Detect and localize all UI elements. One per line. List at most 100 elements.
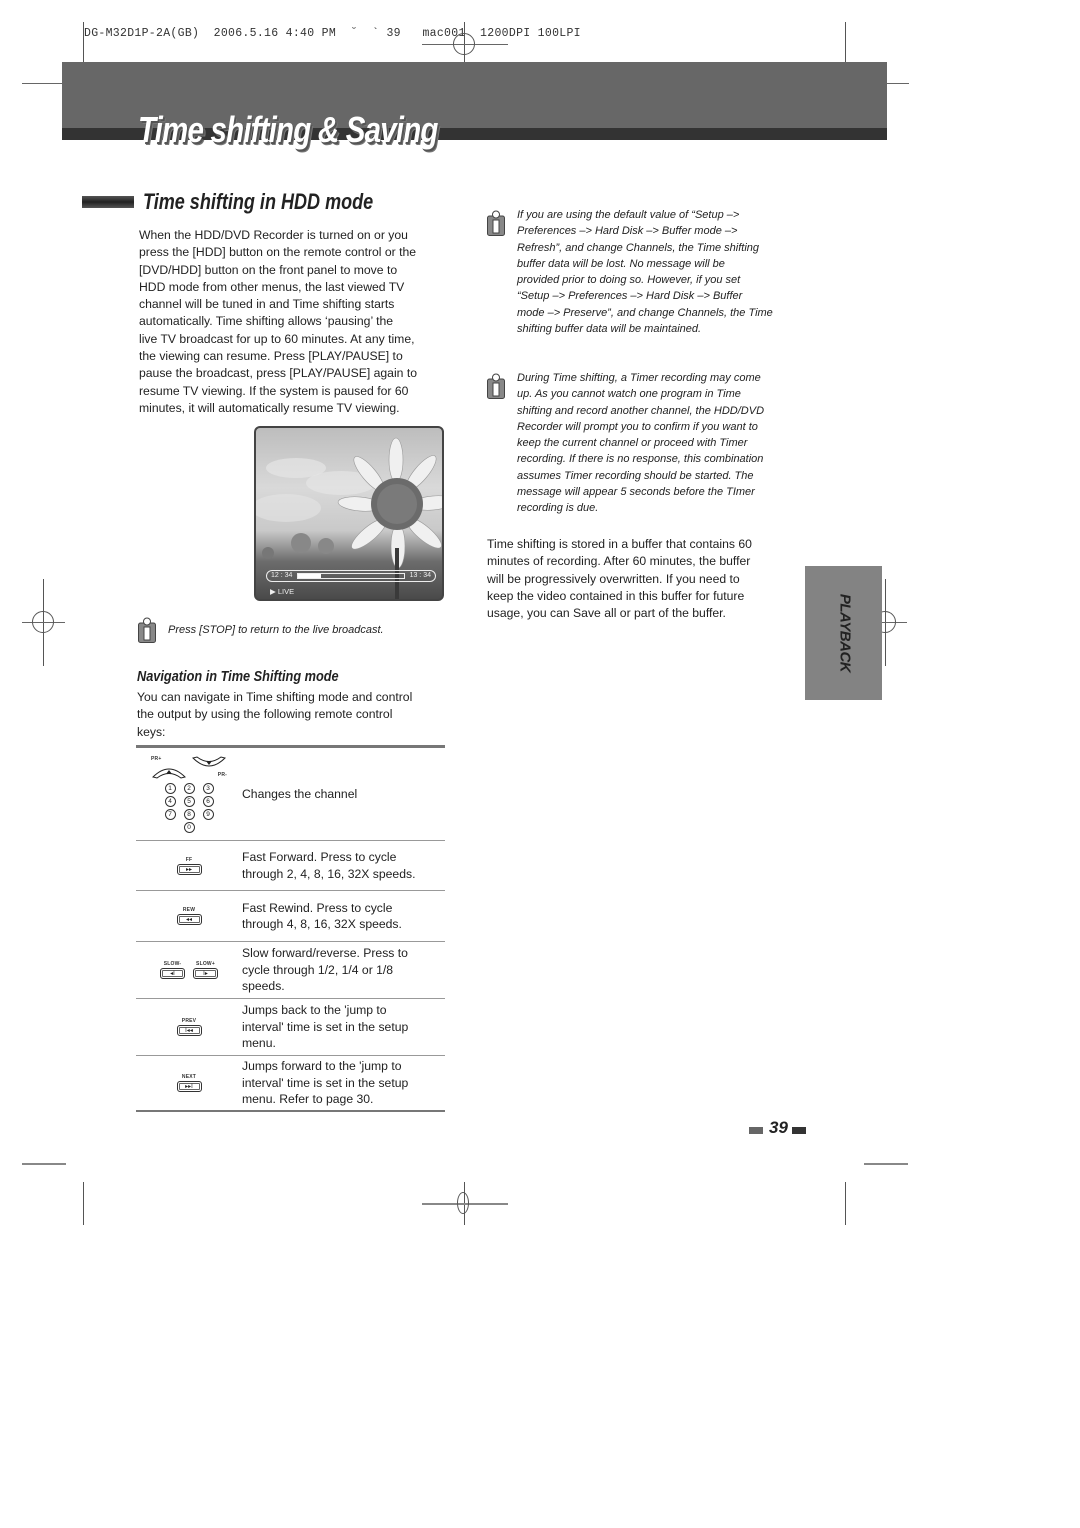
text-line: When the HDD/DVD Recorder is turned on o… <box>139 228 408 242</box>
side-tab-label: PLAYBACK <box>836 593 854 673</box>
text-line: message will appear 5 seconds before the… <box>517 486 755 499</box>
stop-note: Press [STOP] to return to the live broad… <box>168 624 384 636</box>
registration-mark <box>32 611 54 633</box>
crop-mark <box>845 1182 846 1225</box>
button-label: PREV <box>181 1018 197 1024</box>
registration-mark <box>457 1192 469 1214</box>
table-row-next: NEXT ▸▸I Jumps forward to the 'jump to i… <box>136 1056 445 1110</box>
text-line: shifting buffer data will be maintained. <box>517 323 702 336</box>
crop-mark <box>83 1182 84 1225</box>
pr-plus-button: PR+ <box>151 756 187 779</box>
number-key: 0 <box>183 821 195 833</box>
key-description: Slow forward/reverse. Press to cycle thr… <box>242 945 445 995</box>
fast-forward-icon: ▸▸ <box>176 863 202 875</box>
navigation-intro: You can navigate in Time shifting mode a… <box>137 689 447 741</box>
text-line: buffer data will be lost. No message wil… <box>517 257 725 270</box>
rew-button: REW ◂◂ <box>176 907 202 925</box>
key-description: Jumps forward to the 'jump to interval' … <box>242 1058 445 1108</box>
text-line: menu. <box>242 1036 276 1051</box>
buffer-paragraph: Time shifting is stored in a buffer that… <box>487 536 797 622</box>
text-line: usage, you can Save all or part of the b… <box>487 606 726 621</box>
ff-button-icon: FF ▸▸ <box>136 857 242 875</box>
text-line: shifting and record another channel, the… <box>517 404 765 417</box>
text-line: channel will be tuned in and Time shifti… <box>139 297 395 312</box>
prev-button: PREV I◂◂ <box>176 1018 202 1036</box>
text-line: Slow forward/reverse. Press to <box>242 946 408 961</box>
text-line: minutes, it will automatically resume TV… <box>139 400 400 415</box>
slow-reverse-icon: ◂I <box>160 968 185 979</box>
text-line: If you are using the default value of “S… <box>517 209 740 221</box>
pr-up-arrow-icon <box>152 768 186 779</box>
text-line: Jumps forward to the 'jump to <box>242 1059 402 1074</box>
text-line: through 4, 8, 16, 32X speeds. <box>242 917 402 931</box>
text-line: Refresh”, and change Channels, the Time … <box>517 241 760 254</box>
prev-button-icon: PREV I◂◂ <box>136 1018 242 1036</box>
ff-button: FF ▸▸ <box>176 857 202 875</box>
pr-down-arrow-icon <box>192 755 226 766</box>
channel-keys-icon: PR+ PR- 1 2 3 4 5 6 7 8 9 0 <box>136 756 242 833</box>
crop-mark <box>845 22 846 62</box>
text-line: Time shifting is stored in a buffer that… <box>487 537 752 551</box>
section-title: Time shifting in HDD mode <box>143 189 374 214</box>
timer-recording-note: During Time shifting, a Timer recording … <box>517 370 807 517</box>
osd-start-time: 12 : 34 <box>271 572 293 579</box>
key-description: Jumps back to the 'jump to interval' tim… <box>242 1002 445 1052</box>
key-description: Changes the channel <box>242 786 445 803</box>
text-line: You can navigate in Time shifting mode a… <box>137 690 413 704</box>
slow-buttons-icon: SLOW- ◂I SLOW+ I▸ <box>136 961 242 979</box>
text-line: Jumps back to the 'jump to <box>242 1003 387 1018</box>
next-button: NEXT ▸▸I <box>176 1074 202 1092</box>
table-row-channel: PR+ PR- 1 2 3 4 5 6 7 8 9 0 Changes the … <box>136 748 445 841</box>
number-key: 7 <box>164 808 176 820</box>
pr-buttons: PR+ PR- <box>151 756 227 779</box>
text-line: keep the current channel or proceed with… <box>517 437 748 450</box>
table-row-ff: FF ▸▸ Fast Forward. Press to cycle throu… <box>136 841 445 891</box>
crop-mark <box>22 83 62 84</box>
pr-plus-label: PR+ <box>151 755 162 762</box>
text-line: recording. If there is no response, this… <box>517 453 764 466</box>
osd-live-label: ▶ LIVE <box>270 587 295 596</box>
number-key: 6 <box>202 795 214 807</box>
text-line: [DVD/HDD] button on the front panel to m… <box>139 262 398 277</box>
text-line: During Time shifting, a Timer recording … <box>517 372 761 384</box>
text-line: Fast Rewind. Press to cycle <box>242 900 393 915</box>
button-label: SLOW+ <box>196 961 215 967</box>
text-line: assumes Timer recording should be starte… <box>517 469 754 482</box>
page-number: 39 <box>769 1118 788 1137</box>
page-number-decoration <box>792 1127 806 1134</box>
number-key: 1 <box>164 782 176 794</box>
pr-minus-button: PR- <box>191 755 227 779</box>
buffer-mode-note: If you are using the default value of “S… <box>517 207 807 337</box>
number-key: 5 <box>183 795 195 807</box>
tv-screen-image: 12 : 34 13 : 34 ▶ LIVE <box>254 426 444 601</box>
osd-bar-track <box>297 573 405 579</box>
osd-end-time: 13 : 34 <box>409 572 431 579</box>
text-line: the viewing can resume. Press [PLAY/PAUS… <box>139 349 403 364</box>
text-line: automatically. Time shifting allows ‘pau… <box>139 314 394 329</box>
text-line: HDD mode from other menus, the last view… <box>139 279 405 294</box>
button-label: REW <box>182 907 196 913</box>
text-line: “Setup –> Preferences –> Hard Disk –> Bu… <box>517 290 743 303</box>
table-row-prev: PREV I◂◂ Jumps back to the 'jump to inte… <box>136 999 445 1056</box>
text-line: live TV broadcast for up to 60 minutes. … <box>139 331 415 346</box>
number-key: 8 <box>183 808 195 820</box>
slow-forward-icon: I▸ <box>193 968 218 979</box>
text-line: through 2, 4, 8, 16, 32X speeds. <box>242 866 416 881</box>
number-key: 9 <box>202 808 214 820</box>
text-line: Recorder will prompt you to confirm if y… <box>517 420 758 433</box>
text-line: recording is due. <box>517 502 599 515</box>
number-key: 4 <box>164 795 176 807</box>
registration-mark <box>453 33 475 55</box>
text-line: minutes of recording. After 60 minutes, … <box>487 554 751 569</box>
crop-mark <box>887 83 909 84</box>
text-line: keys: <box>137 724 166 739</box>
pr-minus-label: PR- <box>217 771 227 778</box>
text-line: menu. Refer to page 30. <box>242 1092 374 1107</box>
info-icon <box>487 210 505 236</box>
button-label: SLOW- <box>163 961 182 967</box>
skip-back-icon: I◂◂ <box>176 1025 202 1036</box>
skip-forward-icon: ▸▸I <box>176 1081 202 1092</box>
number-key: 2 <box>183 782 195 794</box>
text-line: Changes the channel <box>242 786 358 801</box>
page-title: Time shifting & Saving <box>138 109 438 150</box>
